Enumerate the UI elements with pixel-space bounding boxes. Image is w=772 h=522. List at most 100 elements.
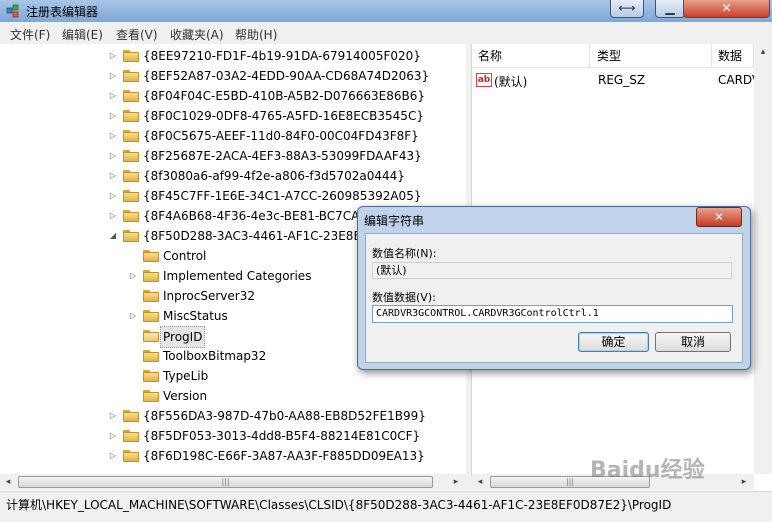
tree-item[interactable]: ▷ {8F45C7FF-1E6E-34C1-A7CC-260985392A05} xyxy=(0,186,466,206)
expand-arrow-icon[interactable]: ▷ xyxy=(108,446,118,466)
folder-icon xyxy=(123,110,139,122)
tree-item[interactable]: ▷ {8F6D198C-E66F-3A87-AA3F-F885DD09EA13} xyxy=(0,446,466,466)
value-name-field: (默认) xyxy=(372,262,732,279)
scroll-thumb[interactable]: ||| xyxy=(18,476,433,488)
folder-icon xyxy=(123,150,139,162)
menu-file[interactable]: 文件(F) xyxy=(10,26,50,43)
minimize-button[interactable]: ▁ xyxy=(655,0,685,18)
expand-arrow-icon[interactable]: ▷ xyxy=(128,266,138,286)
vertical-scrollbar[interactable]: ▴ xyxy=(754,44,772,474)
expand-arrow-icon[interactable]: ▷ xyxy=(108,206,118,226)
expand-arrow-icon[interactable]: ▷ xyxy=(108,66,118,86)
folder-icon xyxy=(123,210,139,222)
tree-item-label: {8F556DA3-987D-47b0-AA88-EB8D52FE1B99} xyxy=(143,409,426,423)
folder-icon xyxy=(123,430,139,442)
folder-icon xyxy=(143,290,159,302)
column-header-type[interactable]: 类型 xyxy=(591,44,712,68)
tree-item[interactable]: ▷ {8EF52A87-03A2-4EDD-90AA-CD68A74D2063} xyxy=(0,66,466,86)
tree-item[interactable]: ▷ {8F0C1029-0DF8-4765-A5FD-16E8ECB3545C} xyxy=(0,106,466,126)
tree-item-label: MiscStatus xyxy=(163,309,228,323)
tree-item-label: Version xyxy=(163,389,208,403)
folder-icon xyxy=(123,450,139,462)
tree-item-label: {8F25687E-2ACA-4EF3-88A3-53099FDAAF43} xyxy=(143,149,422,163)
menu-view[interactable]: 查看(V) xyxy=(116,26,158,43)
expand-arrow-icon[interactable]: ▷ xyxy=(108,106,118,126)
tree-item-label: ProgID xyxy=(160,326,206,348)
value-name-cell[interactable]: (默认) xyxy=(494,73,527,90)
folder-icon xyxy=(143,350,159,362)
ok-button[interactable]: 确定 xyxy=(578,332,649,352)
folder-icon xyxy=(143,390,159,402)
tree-item-label: Implemented Categories xyxy=(163,269,312,283)
collapse-arrow-icon[interactable]: ◢ xyxy=(108,226,118,246)
expand-arrow-icon[interactable]: ▷ xyxy=(108,126,118,146)
folder-icon xyxy=(123,230,139,242)
tree-horizontal-scrollbar[interactable]: ◂ ||| ▸ xyxy=(0,474,466,490)
dialog-close-button[interactable]: ✕ xyxy=(696,207,742,227)
cancel-button[interactable]: 取消 xyxy=(655,332,731,352)
expand-arrow-icon[interactable]: ▷ xyxy=(108,46,118,66)
folder-icon xyxy=(143,330,159,342)
folder-icon xyxy=(143,370,159,382)
expand-arrow-icon[interactable]: ▷ xyxy=(108,186,118,206)
tree-item-label: Control xyxy=(163,249,207,263)
folder-icon xyxy=(123,90,139,102)
tree-item[interactable]: ▷ {8f3080a6-af99-4f2e-a806-f3d5702a0444} xyxy=(0,166,466,186)
scroll-left-arrow-icon[interactable]: ◂ xyxy=(0,474,16,490)
expand-arrow-icon[interactable]: ▷ xyxy=(108,426,118,446)
tree-item[interactable]: Version xyxy=(0,386,466,406)
tree-item-label: {8F5DF053-3013-4dd8-B5F4-88214E81C0CF} xyxy=(143,429,421,443)
tree-item[interactable]: ▷ {8F04F04C-E5BD-410B-A5B2-D076663E86B6} xyxy=(0,86,466,106)
registry-editor-icon xyxy=(6,4,19,18)
tree-item[interactable]: ▷ {8F5DF053-3013-4dd8-B5F4-88214E81C0CF} xyxy=(0,426,466,446)
menu-favorites[interactable]: 收藏夹(A) xyxy=(170,26,224,43)
scroll-left-arrow-icon[interactable]: ◂ xyxy=(472,474,488,490)
tree-item-label: {8F0C1029-0DF8-4765-A5FD-16E8ECB3545C} xyxy=(143,109,424,123)
tree-item-label: {8F45C7FF-1E6E-34C1-A7CC-260985392A05} xyxy=(143,189,422,203)
expand-arrow-icon[interactable]: ▷ xyxy=(108,166,118,186)
tree-item-label: ToolboxBitmap32 xyxy=(163,349,267,363)
tree-item[interactable]: ▷ {8F25687E-2ACA-4EF3-88A3-53099FDAAF43} xyxy=(0,146,466,166)
value-data-label: 数值数据(V): xyxy=(372,291,436,304)
tree-item[interactable]: ▷ {8EE97210-FD1F-4b19-91DA-67914005F020} xyxy=(0,46,466,66)
scroll-up-arrow-icon[interactable]: ▴ xyxy=(755,44,771,60)
header-divider xyxy=(472,67,772,68)
window-title: 注册表编辑器 xyxy=(26,5,99,19)
menu-help[interactable]: 帮助(H) xyxy=(235,26,277,43)
menu-edit[interactable]: 编辑(E) xyxy=(62,26,103,43)
close-button[interactable]: ✕ xyxy=(683,0,770,18)
column-header-data[interactable]: 数据 xyxy=(712,44,754,68)
tree-item-label: {8EE97210-FD1F-4b19-91DA-67914005F020} xyxy=(143,49,421,63)
expand-arrow-icon[interactable]: ▷ xyxy=(108,86,118,106)
tree-item-label: InprocServer32 xyxy=(163,289,255,303)
folder-icon xyxy=(143,250,159,262)
tree-item[interactable]: ▷ {8F556DA3-987D-47b0-AA88-EB8D52FE1B99} xyxy=(0,406,466,426)
scroll-right-arrow-icon[interactable]: ▸ xyxy=(736,474,752,490)
value-name-label: 数值名称(N): xyxy=(372,247,437,260)
value-data-input[interactable]: CARDVR3GCONTROL.CARDVR3GControlCtrl.1 xyxy=(372,305,733,323)
tree-item-label: {8f3080a6-af99-4f2e-a806-f3d5702a0444} xyxy=(143,169,405,183)
folder-icon xyxy=(123,170,139,182)
folder-icon xyxy=(123,50,139,62)
tree-item[interactable]: ▷ {8F0C5675-AEEF-11d0-84F0-00C04FD43F8F} xyxy=(0,126,466,146)
tree-item-label: {8F04F04C-E5BD-410B-A5B2-D076663E86B6} xyxy=(143,89,425,103)
string-value-icon: ab xyxy=(476,73,492,87)
folder-icon xyxy=(143,310,159,322)
expand-arrow-icon[interactable]: ▷ xyxy=(108,146,118,166)
watermark: Baidu经验 xyxy=(590,458,705,483)
folder-icon xyxy=(123,130,139,142)
tree-item-label: {8F0C5675-AEEF-11d0-84F0-00C04FD43F8F} xyxy=(143,129,419,143)
tree-item-label: {8EF52A87-03A2-4EDD-90AA-CD68A74D2063} xyxy=(143,69,430,83)
dialog-title: 编辑字符串 xyxy=(364,214,425,228)
expand-arrow-icon[interactable]: ▷ xyxy=(128,306,138,326)
column-header-name[interactable]: 名称 xyxy=(472,44,590,68)
expand-arrow-icon[interactable]: ▷ xyxy=(108,406,118,426)
value-type-cell: REG_SZ xyxy=(598,73,646,87)
tree-item-label: {8F6D198C-E66F-3A87-AA3F-F885DD09EA13} xyxy=(143,449,425,463)
folder-icon xyxy=(123,70,139,82)
restore-button[interactable]: ⟷ xyxy=(610,0,644,18)
tree-item-label: TypeLib xyxy=(163,369,209,383)
status-path: 计算机\HKEY_LOCAL_MACHINE\SOFTWARE\Classes\… xyxy=(6,498,672,512)
scroll-right-arrow-icon[interactable]: ▸ xyxy=(448,474,464,490)
folder-icon xyxy=(143,270,159,282)
